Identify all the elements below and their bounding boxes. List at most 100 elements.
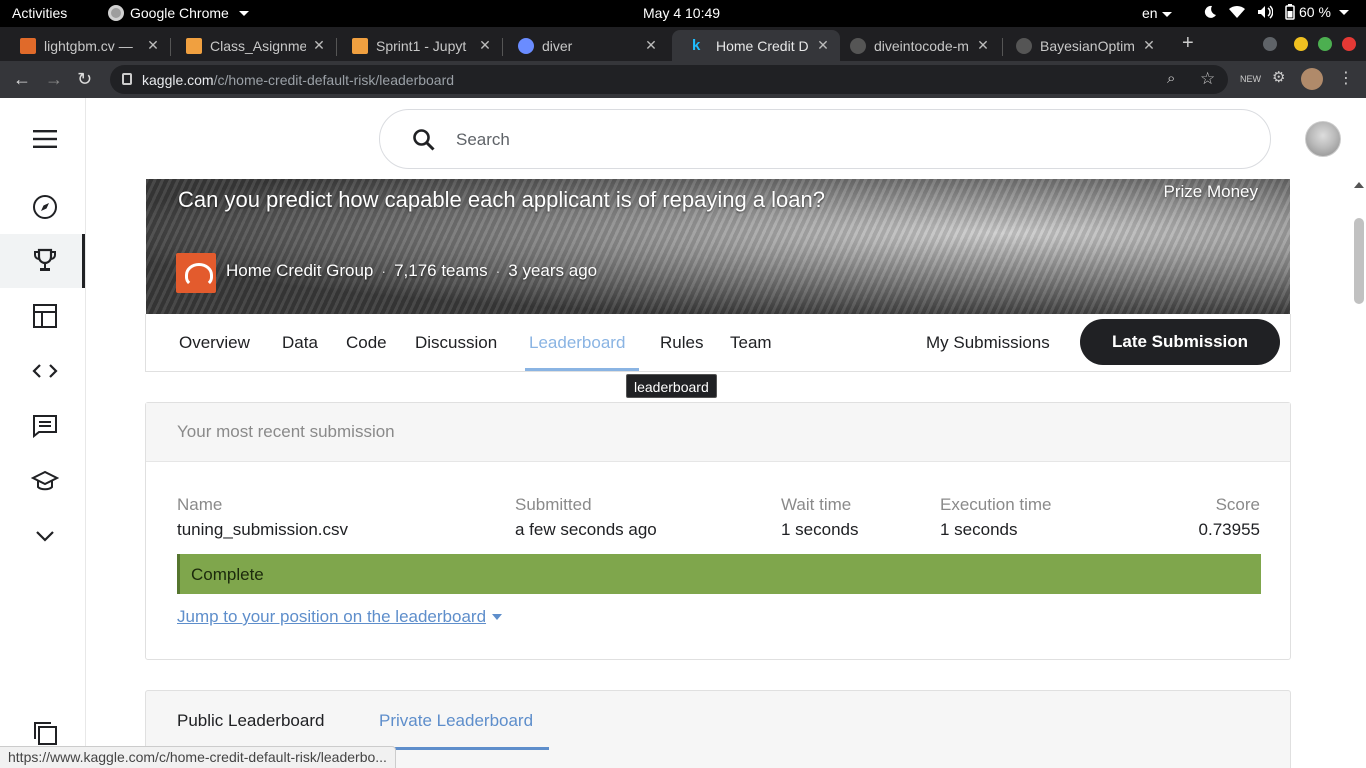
tab-code[interactable]: Code: [346, 333, 387, 353]
hamburger-menu-icon[interactable]: [28, 122, 62, 156]
code-icon[interactable]: [28, 354, 62, 388]
close-icon[interactable]: ✕: [146, 37, 160, 54]
close-icon[interactable]: ✕: [1142, 37, 1156, 54]
close-icon[interactable]: ✕: [644, 37, 658, 54]
battery-icon: [1285, 4, 1295, 20]
search-input[interactable]: Search: [456, 130, 510, 150]
meta-separator: ·: [381, 263, 387, 279]
tab-search-icon[interactable]: [1263, 37, 1277, 51]
user-avatar[interactable]: [1305, 121, 1341, 157]
scrollbar-thumb[interactable]: [1354, 218, 1364, 304]
copy-icon[interactable]: [32, 720, 58, 746]
tab-title: Sprint1 - Jupyt: [376, 37, 467, 54]
caret-down-icon: [492, 614, 503, 620]
status-badge: Complete: [177, 554, 1261, 594]
browser-tab[interactable]: Class_Asignme ✕: [166, 30, 336, 61]
tab-favicon-icon: [518, 37, 534, 54]
tab-title: lightgbm.cv —: [44, 37, 133, 54]
github-icon: [1016, 37, 1032, 54]
competition-header-banner: Can you predict how capable each applica…: [146, 179, 1290, 314]
system-tray[interactable]: 60 %: [1203, 4, 1349, 20]
close-icon[interactable]: ✕: [478, 37, 492, 54]
submission-filename: tuning_submission.csv: [177, 520, 349, 539]
tab-title: diveintocode-m: [874, 37, 969, 54]
host-name[interactable]: Home Credit Group: [226, 261, 373, 281]
browser-tab[interactable]: BayesianOptim ✕: [996, 30, 1166, 61]
clock[interactable]: May 4 10:49: [643, 5, 720, 21]
browser-tab[interactable]: diver ✕: [498, 30, 668, 61]
trophy-icon[interactable]: [28, 244, 62, 278]
search-icon: [413, 129, 435, 151]
score-header: Score: [1215, 495, 1260, 514]
app-menu[interactable]: Google Chrome: [108, 5, 249, 21]
tab-discussion[interactable]: Discussion: [415, 333, 497, 353]
lock-icon: [122, 73, 132, 85]
maximize-button[interactable]: [1318, 37, 1332, 51]
new-tab-button[interactable]: +: [1182, 32, 1194, 55]
tab-data[interactable]: Data: [282, 333, 318, 353]
extensions-puzzle-icon[interactable]: ⚙: [1272, 68, 1285, 86]
left-sidebar: [0, 98, 86, 768]
close-icon[interactable]: ✕: [976, 37, 990, 54]
minimize-button[interactable]: [1294, 37, 1308, 51]
tab-private-leaderboard[interactable]: Private Leaderboard: [379, 711, 533, 731]
tab-title: BayesianOptim: [1040, 37, 1135, 54]
extension-new-icon[interactable]: NEW: [1240, 74, 1261, 84]
url-text: kaggle.com/c/home-credit-default-risk/le…: [142, 72, 455, 88]
prize-label: Prize Money: [1163, 182, 1258, 201]
close-icon[interactable]: ✕: [816, 37, 830, 54]
language-indicator[interactable]: en: [1142, 5, 1172, 21]
zoom-icon[interactable]: ⌕: [1167, 70, 1175, 87]
chrome-icon: [108, 5, 124, 21]
competition-nav: Overview Data Code Discussion Leaderboar…: [145, 314, 1291, 372]
submitted-header: Submitted: [515, 495, 592, 514]
browser-tab[interactable]: Sprint1 - Jupyt ✕: [332, 30, 502, 61]
github-icon: [850, 37, 866, 54]
learn-graduation-cap-icon[interactable]: [28, 464, 62, 498]
activities-button[interactable]: Activities: [12, 5, 67, 21]
competition-meta: Home Credit Group · 7,176 teams · 3 year…: [226, 261, 597, 281]
my-submissions-link[interactable]: My Submissions: [926, 333, 1050, 353]
card-heading: Your most recent submission: [177, 422, 395, 441]
bookmark-star-icon[interactable]: ☆: [1200, 69, 1215, 89]
tab-title: Home Credit D: [716, 37, 809, 54]
discussion-icon[interactable]: [28, 409, 62, 443]
reload-icon[interactable]: ↻: [77, 69, 92, 90]
close-icon[interactable]: ✕: [312, 37, 326, 54]
tab-team[interactable]: Team: [730, 333, 772, 353]
tab-favicon-icon: [186, 37, 202, 54]
wait-time-header: Wait time: [781, 495, 852, 514]
address-bar[interactable]: kaggle.com/c/home-credit-default-risk/le…: [110, 65, 1228, 94]
battery-percentage: 60 %: [1299, 4, 1331, 20]
kaggle-page: Search Can you predict how capable each …: [0, 98, 1366, 768]
browser-tab-active[interactable]: k Home Credit D ✕: [672, 30, 840, 61]
compass-icon[interactable]: [28, 190, 62, 224]
chevron-down-icon[interactable]: [28, 519, 62, 553]
wifi-icon: [1229, 5, 1245, 19]
tab-rules[interactable]: Rules: [660, 333, 703, 353]
back-arrow-icon[interactable]: ←: [13, 69, 31, 90]
profile-avatar[interactable]: [1301, 68, 1323, 90]
tab-public-leaderboard[interactable]: Public Leaderboard: [177, 711, 324, 731]
browser-tab[interactable]: lightgbm.cv — ✕: [0, 30, 170, 61]
more-vert-icon[interactable]: ⋮: [1338, 68, 1354, 88]
chevron-down-icon: [238, 10, 249, 16]
scroll-up-arrow-icon[interactable]: [1354, 182, 1364, 188]
wait-time-value: 1 seconds: [781, 520, 859, 539]
sidebar-active-indicator: [82, 234, 85, 288]
tab-favicon-icon: [352, 37, 368, 54]
forward-arrow-icon[interactable]: →: [45, 69, 63, 90]
search-bar[interactable]: Search: [379, 109, 1271, 169]
tab-overview[interactable]: Overview: [179, 333, 250, 353]
late-submission-button[interactable]: Late Submission: [1080, 319, 1280, 365]
recent-submission-card: Your most recent submission Name Submitt…: [145, 402, 1291, 660]
tab-favicon-icon: [20, 37, 36, 54]
active-tab-underline: [379, 747, 549, 750]
tab-leaderboard[interactable]: Leaderboard: [529, 333, 625, 353]
close-window-button[interactable]: [1342, 37, 1356, 51]
teams-count: 7,176 teams: [394, 261, 488, 280]
browser-tab[interactable]: diveintocode-m ✕: [830, 30, 1000, 61]
jump-to-position-link[interactable]: Jump to your position on the leaderboard: [177, 607, 503, 627]
host-logo[interactable]: [176, 253, 216, 293]
table-icon[interactable]: [28, 299, 62, 333]
